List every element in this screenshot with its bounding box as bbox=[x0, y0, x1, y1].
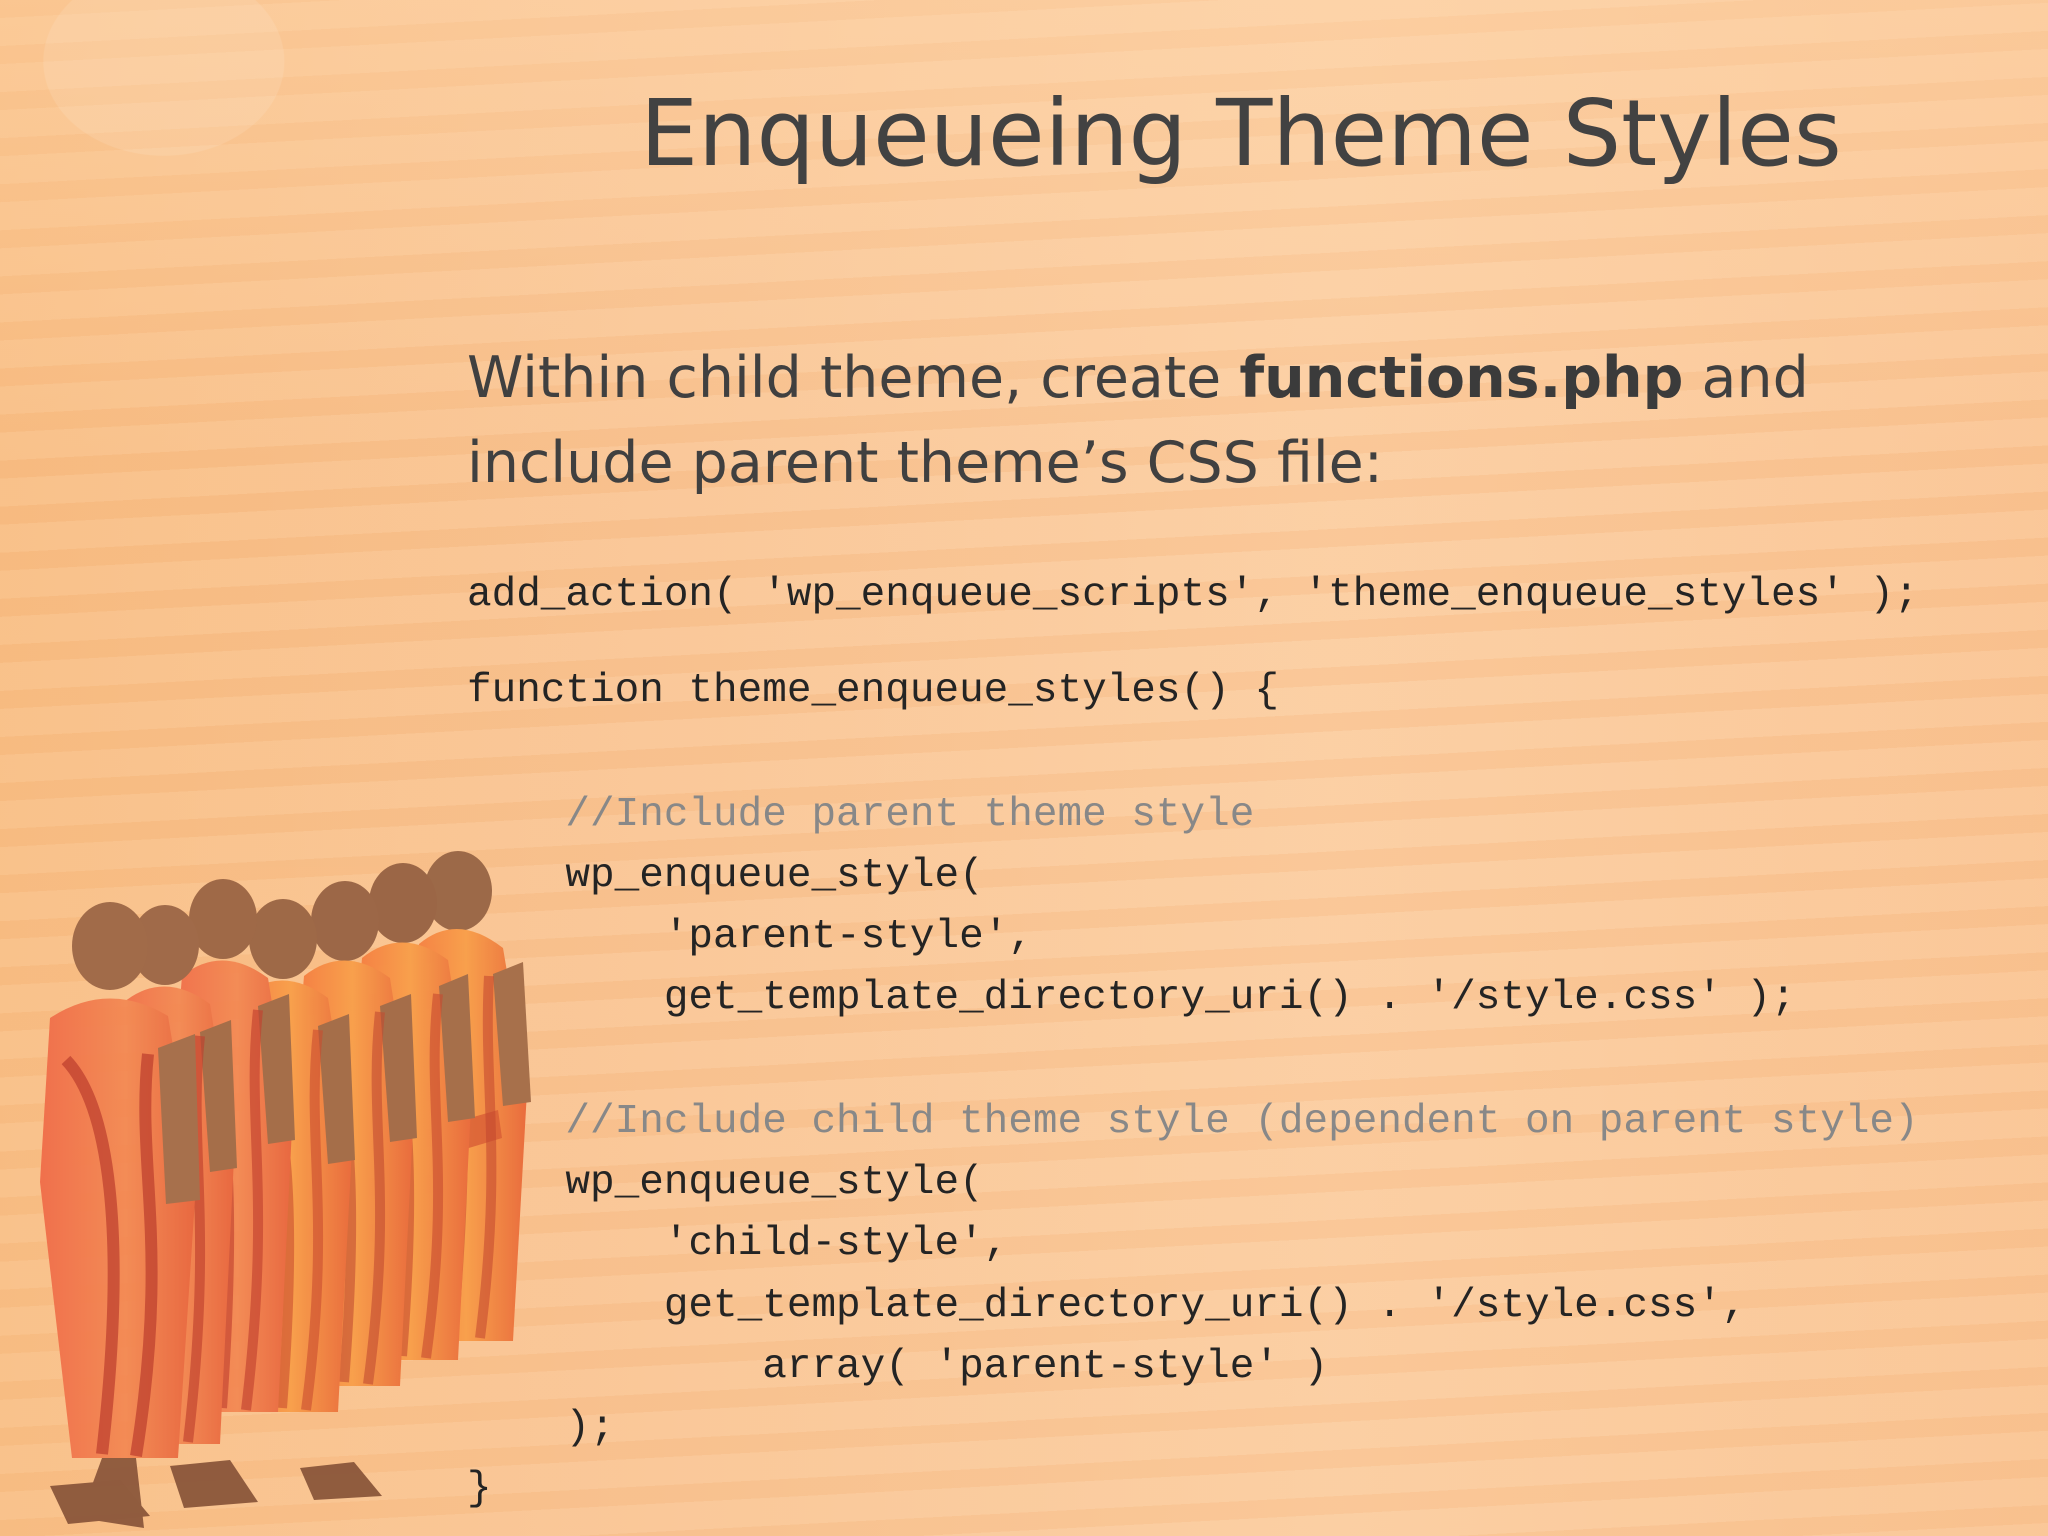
code-line-dependency-array: array( 'parent-style' ) bbox=[467, 1344, 1329, 1390]
presentation-slide: Enqueueing Theme Styles Within child the… bbox=[0, 0, 2048, 1536]
code-comment-parent-style: //Include parent theme style bbox=[467, 792, 1255, 838]
functions-php-filename: functions.php bbox=[1239, 345, 1684, 411]
monk-feet bbox=[300, 1462, 382, 1500]
code-line-function-declaration: function theme_enqueue_styles() { bbox=[467, 668, 1279, 714]
code-comment-child-style: //Include child theme style (dependent o… bbox=[467, 1099, 1919, 1145]
code-line-add-action: add_action( 'wp_enqueue_scripts', 'theme… bbox=[467, 572, 1919, 618]
monks-illustration bbox=[40, 851, 531, 1528]
slide-title: Enqueueing Theme Styles bbox=[640, 80, 1842, 187]
code-line-child-uri: get_template_directory_uri() . '/style.c… bbox=[467, 1283, 1747, 1329]
monk-feet bbox=[170, 1460, 258, 1508]
intro-text: Within child theme, create functions.php… bbox=[467, 336, 2002, 506]
code-line-parent-uri: get_template_directory_uri() . '/style.c… bbox=[467, 975, 1796, 1021]
intro-before-text: Within child theme, create bbox=[467, 345, 1240, 411]
